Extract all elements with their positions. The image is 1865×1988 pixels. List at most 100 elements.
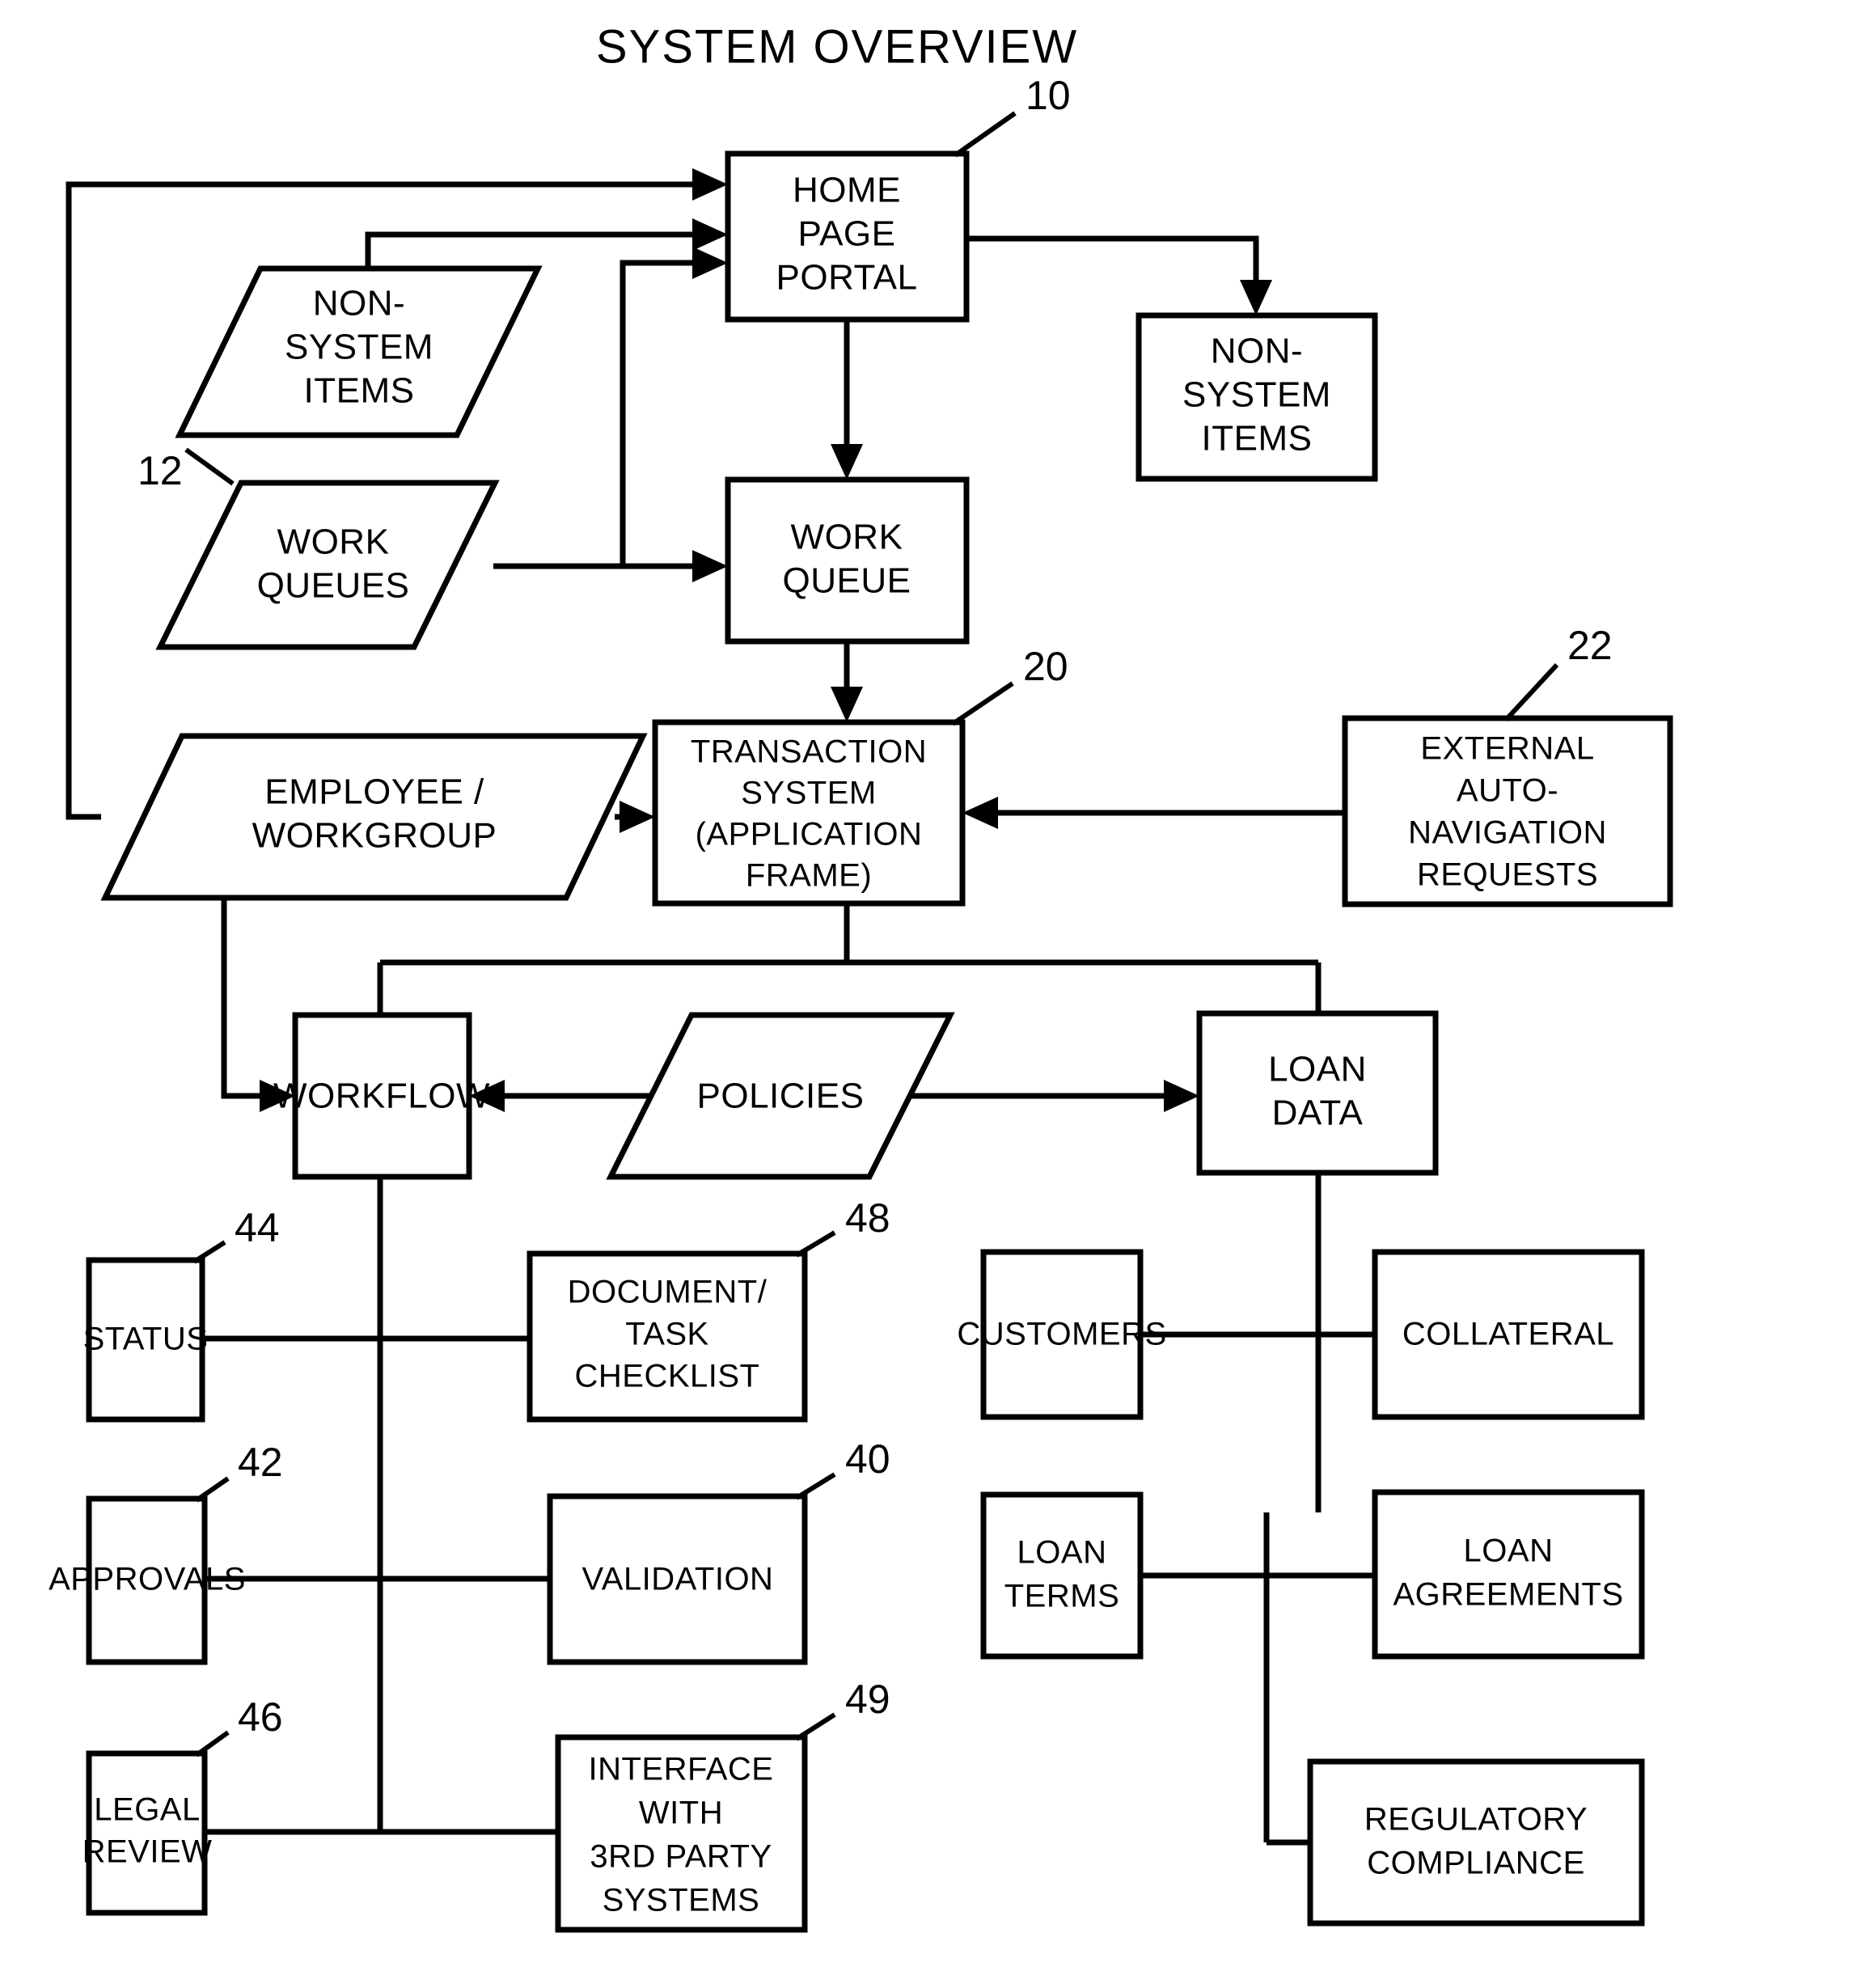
node-employee-workgroup[interactable]: EMPLOYEE / WORKGROUP — [100, 733, 648, 901]
arrowhead-external-to-transaction — [962, 797, 998, 829]
arrowhead-nonsystem-to-portal — [692, 218, 728, 251]
node-collateral[interactable]: COLLATERAL — [1372, 1249, 1645, 1420]
connector-employee-to-workflow — [221, 898, 271, 1099]
loan-terms-label-line-1: LOAN — [1017, 1535, 1107, 1571]
arrowhead-portal-to-nonsystem-right — [1240, 280, 1272, 315]
leader-line-49 — [795, 1712, 836, 1741]
leader-line-42 — [195, 1476, 230, 1503]
page-title: SYSTEM OVERVIEW — [596, 20, 1078, 73]
diagram-canvas: SYSTEM OVERVIEW HOME PAGE PORTAL 10 NON-… — [49, 20, 1673, 1933]
loan-agreements-label-line-1: LOAN — [1464, 1533, 1554, 1569]
reference-numeral-49: 49 — [845, 1677, 890, 1722]
legal-review-box[interactable] — [86, 1750, 208, 1916]
node-loan-agreements[interactable]: LOAN AGREEMENTS — [1372, 1489, 1645, 1660]
reference-numeral-48: 48 — [845, 1195, 890, 1241]
node-regulatory-compliance[interactable]: REGULATORY COMPLIANCE — [1307, 1758, 1645, 1927]
reference-numeral-22: 22 — [1567, 623, 1613, 668]
leader-line-44 — [192, 1240, 226, 1264]
leader-line-22 — [1503, 662, 1559, 722]
non-system-items-right-label-line-3: ITEMS — [1202, 419, 1313, 459]
node-external-auto-navigation-requests[interactable]: EXTERNAL AUTO- NAVIGATION REQUESTS 22 — [1342, 623, 1673, 907]
node-approvals[interactable]: APPROVALS 42 — [49, 1440, 283, 1665]
legal-review-label-line-2: REVIEW — [82, 1834, 213, 1870]
approvals-label: APPROVALS — [49, 1562, 246, 1597]
document-task-checklist-label-line-3: CHECKLIST — [575, 1359, 760, 1394]
arrowhead-workqueue-to-transaction — [831, 687, 863, 722]
arrowhead-employee-to-transaction — [620, 801, 655, 833]
non-system-items-left-label-line-3: ITEMS — [304, 371, 415, 411]
reference-numeral-12: 12 — [137, 448, 183, 493]
non-system-items-right-label-line-2: SYSTEM — [1182, 375, 1331, 415]
transaction-system-label-line-2: SYSTEM — [741, 776, 876, 811]
leader-line-20 — [951, 681, 1014, 726]
loan-agreements-box[interactable] — [1372, 1489, 1645, 1660]
loan-terms-label-line-2: TERMS — [1004, 1579, 1120, 1614]
node-non-system-items-right[interactable]: NON- SYSTEM ITEMS — [1135, 312, 1378, 482]
status-label: STATUS — [83, 1322, 209, 1357]
non-system-items-left-label-line-2: SYSTEM — [285, 328, 433, 367]
reference-numeral-40: 40 — [845, 1436, 890, 1482]
leader-line-10 — [954, 111, 1017, 158]
reference-numeral-42: 42 — [238, 1440, 283, 1485]
node-legal-review[interactable]: LEGAL REVIEW 46 — [82, 1694, 283, 1916]
arrowhead-workqueues-to-portal — [692, 247, 728, 279]
transaction-system-label-line-1: TRANSACTION — [691, 734, 927, 770]
policies-label: POLICIES — [697, 1076, 865, 1116]
document-task-checklist-label-line-2: TASK — [625, 1317, 709, 1352]
node-work-queues[interactable]: WORK QUEUES 12 — [137, 447, 500, 650]
node-home-page-portal[interactable]: HOME PAGE PORTAL 10 — [725, 73, 1071, 323]
transaction-system-label-line-4: FRAME) — [746, 858, 872, 894]
reference-numeral-20: 20 — [1023, 644, 1068, 689]
node-customers[interactable]: CUSTOMERS — [957, 1249, 1166, 1420]
work-queues-label-line-2: QUEUES — [257, 566, 410, 606]
external-auto-nav-label-line-2: AUTO- — [1457, 773, 1558, 809]
collateral-label: COLLATERAL — [1402, 1317, 1614, 1352]
document-task-checklist-label-line-1: DOCUMENT/ — [568, 1275, 768, 1310]
non-system-items-left-label-line-1: NON- — [313, 284, 405, 324]
system-overview-diagram: SYSTEM OVERVIEW HOME PAGE PORTAL 10 NON-… — [0, 0, 1865, 1988]
node-loan-terms[interactable]: LOAN TERMS — [980, 1491, 1144, 1660]
validation-label: VALIDATION — [582, 1562, 774, 1597]
legal-review-label-line-1: LEGAL — [94, 1792, 200, 1828]
node-validation[interactable]: VALIDATION 40 — [547, 1436, 890, 1665]
work-queue-label-line-1: WORK — [791, 518, 903, 557]
loan-data-label-line-1: LOAN — [1268, 1050, 1367, 1089]
interface-third-party-label-line-2: WITH — [639, 1796, 723, 1831]
work-queues-label-line-1: WORK — [277, 522, 390, 562]
transaction-system-label-line-3: (APPLICATION — [696, 817, 923, 852]
interface-third-party-label-line-4: SYSTEMS — [603, 1883, 760, 1918]
node-loan-data[interactable]: LOAN DATA — [1196, 1010, 1439, 1176]
arrowhead-portal-to-workqueue — [831, 444, 863, 480]
connector-workqueues-to-portal — [620, 260, 704, 566]
interface-third-party-label-line-3: 3RD PARTY — [590, 1839, 772, 1875]
node-interface-third-party[interactable]: INTERFACE WITH 3RD PARTY SYSTEMS 49 — [555, 1677, 890, 1933]
home-page-portal-label-line-2: PAGE — [797, 214, 895, 254]
node-status[interactable]: STATUS 44 — [83, 1205, 280, 1423]
home-page-portal-label-line-3: PORTAL — [776, 258, 918, 298]
employee-workgroup-label-line-1: EMPLOYEE / — [264, 772, 484, 812]
external-auto-nav-label-line-3: NAVIGATION — [1408, 815, 1607, 851]
loan-data-label-line-2: DATA — [1272, 1093, 1364, 1133]
node-document-task-checklist[interactable]: DOCUMENT/ TASK CHECKLIST 48 — [527, 1195, 890, 1423]
regulatory-compliance-label-line-2: COMPLIANCE — [1367, 1846, 1585, 1881]
loan-agreements-label-line-2: AGREEMENTS — [1393, 1577, 1623, 1613]
node-non-system-items-left[interactable]: NON- SYSTEM ITEMS — [175, 265, 543, 438]
node-policies[interactable]: POLICIES — [606, 1012, 955, 1180]
employee-workgroup-label-line-2: WORKGROUP — [252, 816, 497, 856]
customers-label: CUSTOMERS — [957, 1317, 1166, 1352]
leader-line-46 — [195, 1730, 230, 1757]
arrowhead-policies-to-loandata — [1164, 1080, 1199, 1112]
work-queue-label-line-2: QUEUE — [783, 561, 911, 601]
leader-line-48 — [795, 1230, 836, 1258]
work-queues-parallelogram[interactable] — [155, 480, 500, 650]
reference-numeral-10: 10 — [1026, 73, 1071, 118]
external-auto-nav-label-line-4: REQUESTS — [1417, 857, 1598, 893]
node-workflow[interactable]: WORKFLOW — [273, 1012, 490, 1180]
node-work-queue[interactable]: WORK QUEUE — [725, 476, 970, 645]
loan-terms-box[interactable] — [980, 1491, 1144, 1660]
regulatory-compliance-label-line-1: REGULATORY — [1364, 1802, 1588, 1838]
node-transaction-system[interactable]: TRANSACTION SYSTEM (APPLICATION FRAME) 2… — [652, 644, 1068, 907]
regulatory-compliance-box[interactable] — [1307, 1758, 1645, 1927]
external-auto-nav-label-line-1: EXTERNAL — [1420, 731, 1594, 767]
home-page-portal-label-line-1: HOME — [793, 171, 901, 210]
